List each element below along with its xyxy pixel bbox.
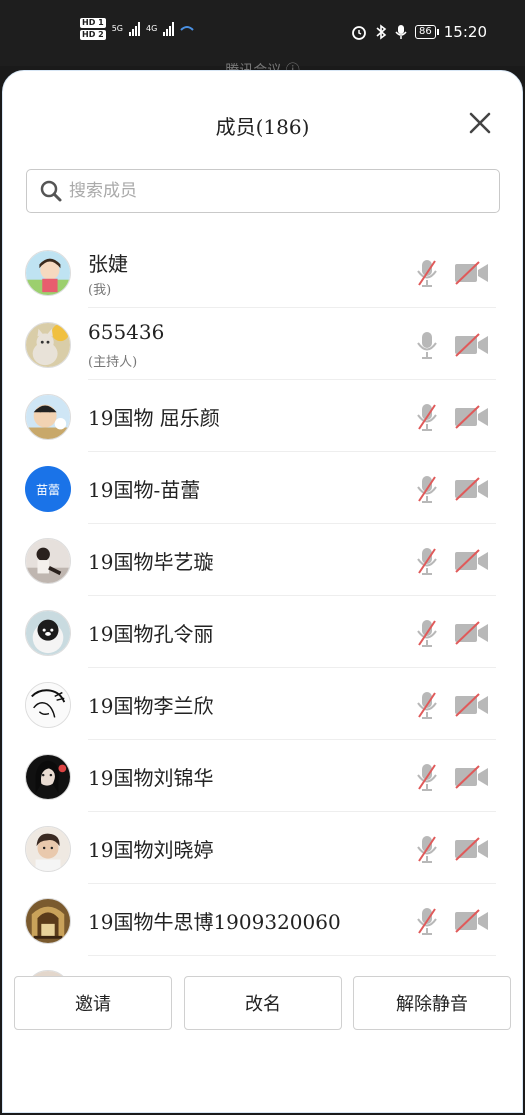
member-name: 张婕 xyxy=(88,252,128,276)
members-panel: 成员(186) 张婕 (我) 655436 (主持人) xyxy=(2,70,523,1113)
mic-muted-icon[interactable] xyxy=(416,690,438,720)
avatar xyxy=(25,826,71,872)
member-tag: (我) xyxy=(88,283,112,298)
member-name: 19国物刘晓婷 xyxy=(88,838,214,862)
member-name: 19国物李兰欣 xyxy=(88,694,214,718)
video-off-icon[interactable] xyxy=(454,692,490,718)
member-list: 张婕 (我) 655436 (主持人) 19国物 屈乐颜 苗蕾 19国物-苗蕾 … xyxy=(3,236,522,984)
video-off-icon[interactable] xyxy=(454,548,490,574)
signal-1-icon xyxy=(128,22,140,36)
member-row[interactable]: 655436 (主持人) xyxy=(3,308,522,380)
video-off-icon[interactable] xyxy=(454,476,490,502)
page-title: 成员(186) xyxy=(215,115,310,139)
search-input[interactable] xyxy=(69,170,499,212)
close-icon[interactable] xyxy=(466,109,494,137)
member-row[interactable]: 19国物刘晓婷 xyxy=(3,812,522,884)
mic-muted-icon[interactable] xyxy=(416,546,438,576)
avatar xyxy=(25,682,71,728)
network-indicators: HD 1 HD 2 5G 4G xyxy=(80,18,194,40)
network-type-1: 5G xyxy=(111,24,123,33)
member-name: 19国物毕艺璇 xyxy=(88,550,214,574)
video-off-icon[interactable] xyxy=(454,620,490,646)
member-name: 19国物刘锦华 xyxy=(88,766,214,790)
signal-2-icon xyxy=(163,22,175,36)
avatar xyxy=(25,610,71,656)
hd1-badge: HD 1 xyxy=(80,18,106,28)
mic-muted-icon[interactable] xyxy=(416,402,438,432)
hd2-badge: HD 2 xyxy=(80,30,106,40)
invite-button[interactable]: 邀请 xyxy=(14,976,172,1030)
status-bar: HD 1 HD 2 5G 4G 86 15:20 xyxy=(0,0,525,66)
member-name: 19国物 屈乐颜 xyxy=(88,406,220,430)
alarm-icon xyxy=(352,26,366,40)
mic-muted-icon[interactable] xyxy=(416,474,438,504)
video-off-icon[interactable] xyxy=(454,404,490,430)
network-type-2: 4G xyxy=(145,24,158,33)
video-off-icon[interactable] xyxy=(454,908,490,934)
avatar xyxy=(25,394,71,440)
avatar xyxy=(25,322,71,368)
member-tag: (主持人) xyxy=(88,355,138,370)
member-row[interactable]: 苗蕾 19国物-苗蕾 xyxy=(3,452,522,524)
avatar xyxy=(25,898,71,944)
wifi-icon xyxy=(180,26,194,31)
member-row[interactable]: 19国物刘锦华 xyxy=(3,740,522,812)
avatar xyxy=(25,538,71,584)
member-name: 19国物-苗蕾 xyxy=(88,478,201,502)
avatar xyxy=(25,754,71,800)
search-box[interactable] xyxy=(26,169,500,213)
video-off-icon[interactable] xyxy=(454,764,490,790)
member-row[interactable]: 张婕 (我) xyxy=(3,236,522,308)
mic-muted-icon[interactable] xyxy=(416,834,438,864)
bluetooth-icon xyxy=(376,24,387,40)
member-name: 19国物孔令丽 xyxy=(88,622,214,646)
mic-muted-icon[interactable] xyxy=(416,906,438,936)
avatar-initials: 苗蕾 xyxy=(25,466,71,512)
battery-icon: 86 xyxy=(415,25,439,39)
member-row[interactable]: 19国物牛思博1909320060 xyxy=(3,884,522,956)
video-off-icon[interactable] xyxy=(454,332,490,358)
microphone-status-icon xyxy=(395,25,407,39)
mic-icon[interactable] xyxy=(416,330,438,360)
member-row[interactable]: 19国物毕艺璇 xyxy=(3,524,522,596)
search-icon xyxy=(40,180,62,202)
member-row[interactable]: 19国物李兰欣 xyxy=(3,668,522,740)
member-name: 19国物牛思博1909320060 xyxy=(88,910,341,934)
rename-button[interactable]: 改名 xyxy=(184,976,342,1030)
avatar xyxy=(25,250,71,296)
clock: 15:20 xyxy=(443,23,487,41)
action-bar: 邀请 改名 解除静音 xyxy=(3,976,522,1046)
mic-muted-icon[interactable] xyxy=(416,258,438,288)
member-name: 655436 xyxy=(88,320,165,344)
panel-header: 成员(186) xyxy=(3,101,522,145)
video-off-icon[interactable] xyxy=(454,836,490,862)
mic-muted-icon[interactable] xyxy=(416,762,438,792)
video-off-icon[interactable] xyxy=(454,260,490,286)
mic-muted-icon[interactable] xyxy=(416,618,438,648)
unmute-button[interactable]: 解除静音 xyxy=(353,976,511,1030)
member-row[interactable]: 19国物孔令丽 xyxy=(3,596,522,668)
member-row[interactable]: 19国物 屈乐颜 xyxy=(3,380,522,452)
